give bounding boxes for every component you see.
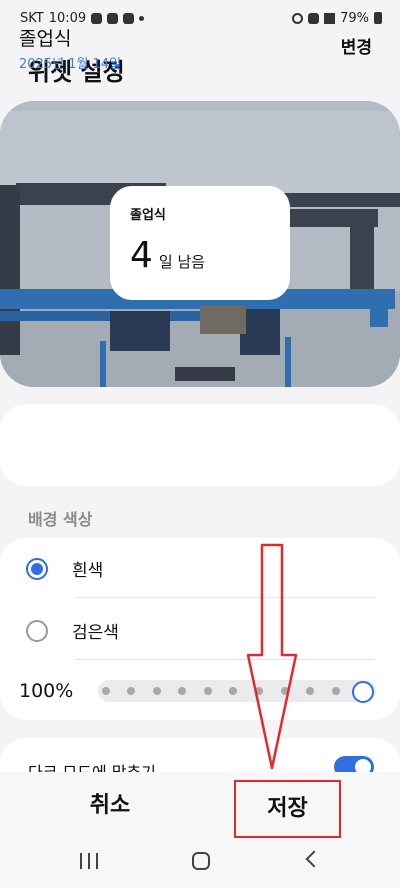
more-notifications-icon: [139, 15, 145, 21]
background-color-section-label: 배경 색상: [28, 510, 93, 529]
status-right: 79%: [292, 11, 382, 26]
slider-tick: [204, 687, 212, 695]
battery-icon: [374, 12, 382, 24]
slider-tick: [255, 687, 263, 695]
message-notification-icon: [91, 12, 103, 24]
slider-tick: [306, 687, 314, 695]
opacity-value-label: 100%: [19, 680, 74, 702]
slider-tick: [102, 687, 110, 695]
widget-event-name: 졸업식: [130, 208, 166, 223]
divider: [75, 597, 375, 598]
battery-percent: 79%: [340, 10, 369, 26]
color-option-label: 흰색: [72, 561, 104, 581]
color-option-label: 검은색: [72, 623, 119, 643]
cancel-button[interactable]: 취소: [60, 784, 160, 828]
color-option-black[interactable]: 검은색: [26, 618, 119, 643]
save-button[interactable]: 저장: [234, 780, 341, 838]
slider-tick: [153, 687, 161, 695]
radio-selected-icon[interactable]: [26, 557, 48, 580]
color-option-white[interactable]: 흰색: [26, 556, 103, 581]
chat-notification-icon: [123, 12, 135, 24]
event-card: [0, 404, 400, 486]
widget-countdown: 4 일 남음: [130, 235, 270, 276]
divider: [75, 659, 375, 660]
change-event-button[interactable]: 변경: [341, 33, 372, 58]
opacity-slider-thumb[interactable]: [352, 681, 374, 703]
event-date: 2025년 1월 14일: [19, 57, 122, 72]
slider-tick: [127, 687, 135, 695]
opacity-slider-track[interactable]: [98, 680, 376, 702]
signal-icon: [324, 12, 336, 24]
hotspot-icon: [292, 12, 304, 24]
slider-tick: [229, 687, 237, 695]
wifi-icon: [308, 12, 320, 24]
widget-days-number: 4: [130, 235, 153, 276]
recents-icon[interactable]: [80, 853, 98, 869]
slider-tick: [332, 687, 340, 695]
slider-tick: [281, 687, 289, 695]
radio-unselected-icon[interactable]: [26, 619, 48, 642]
widget-card: 졸업식 4 일 남음: [110, 186, 290, 300]
home-icon[interactable]: [192, 852, 210, 870]
widget-days-suffix: 일 남음: [158, 253, 206, 271]
slider-tick: [178, 687, 186, 695]
event-name: 졸업식: [19, 28, 72, 50]
gallery-notification-icon: [107, 12, 119, 24]
